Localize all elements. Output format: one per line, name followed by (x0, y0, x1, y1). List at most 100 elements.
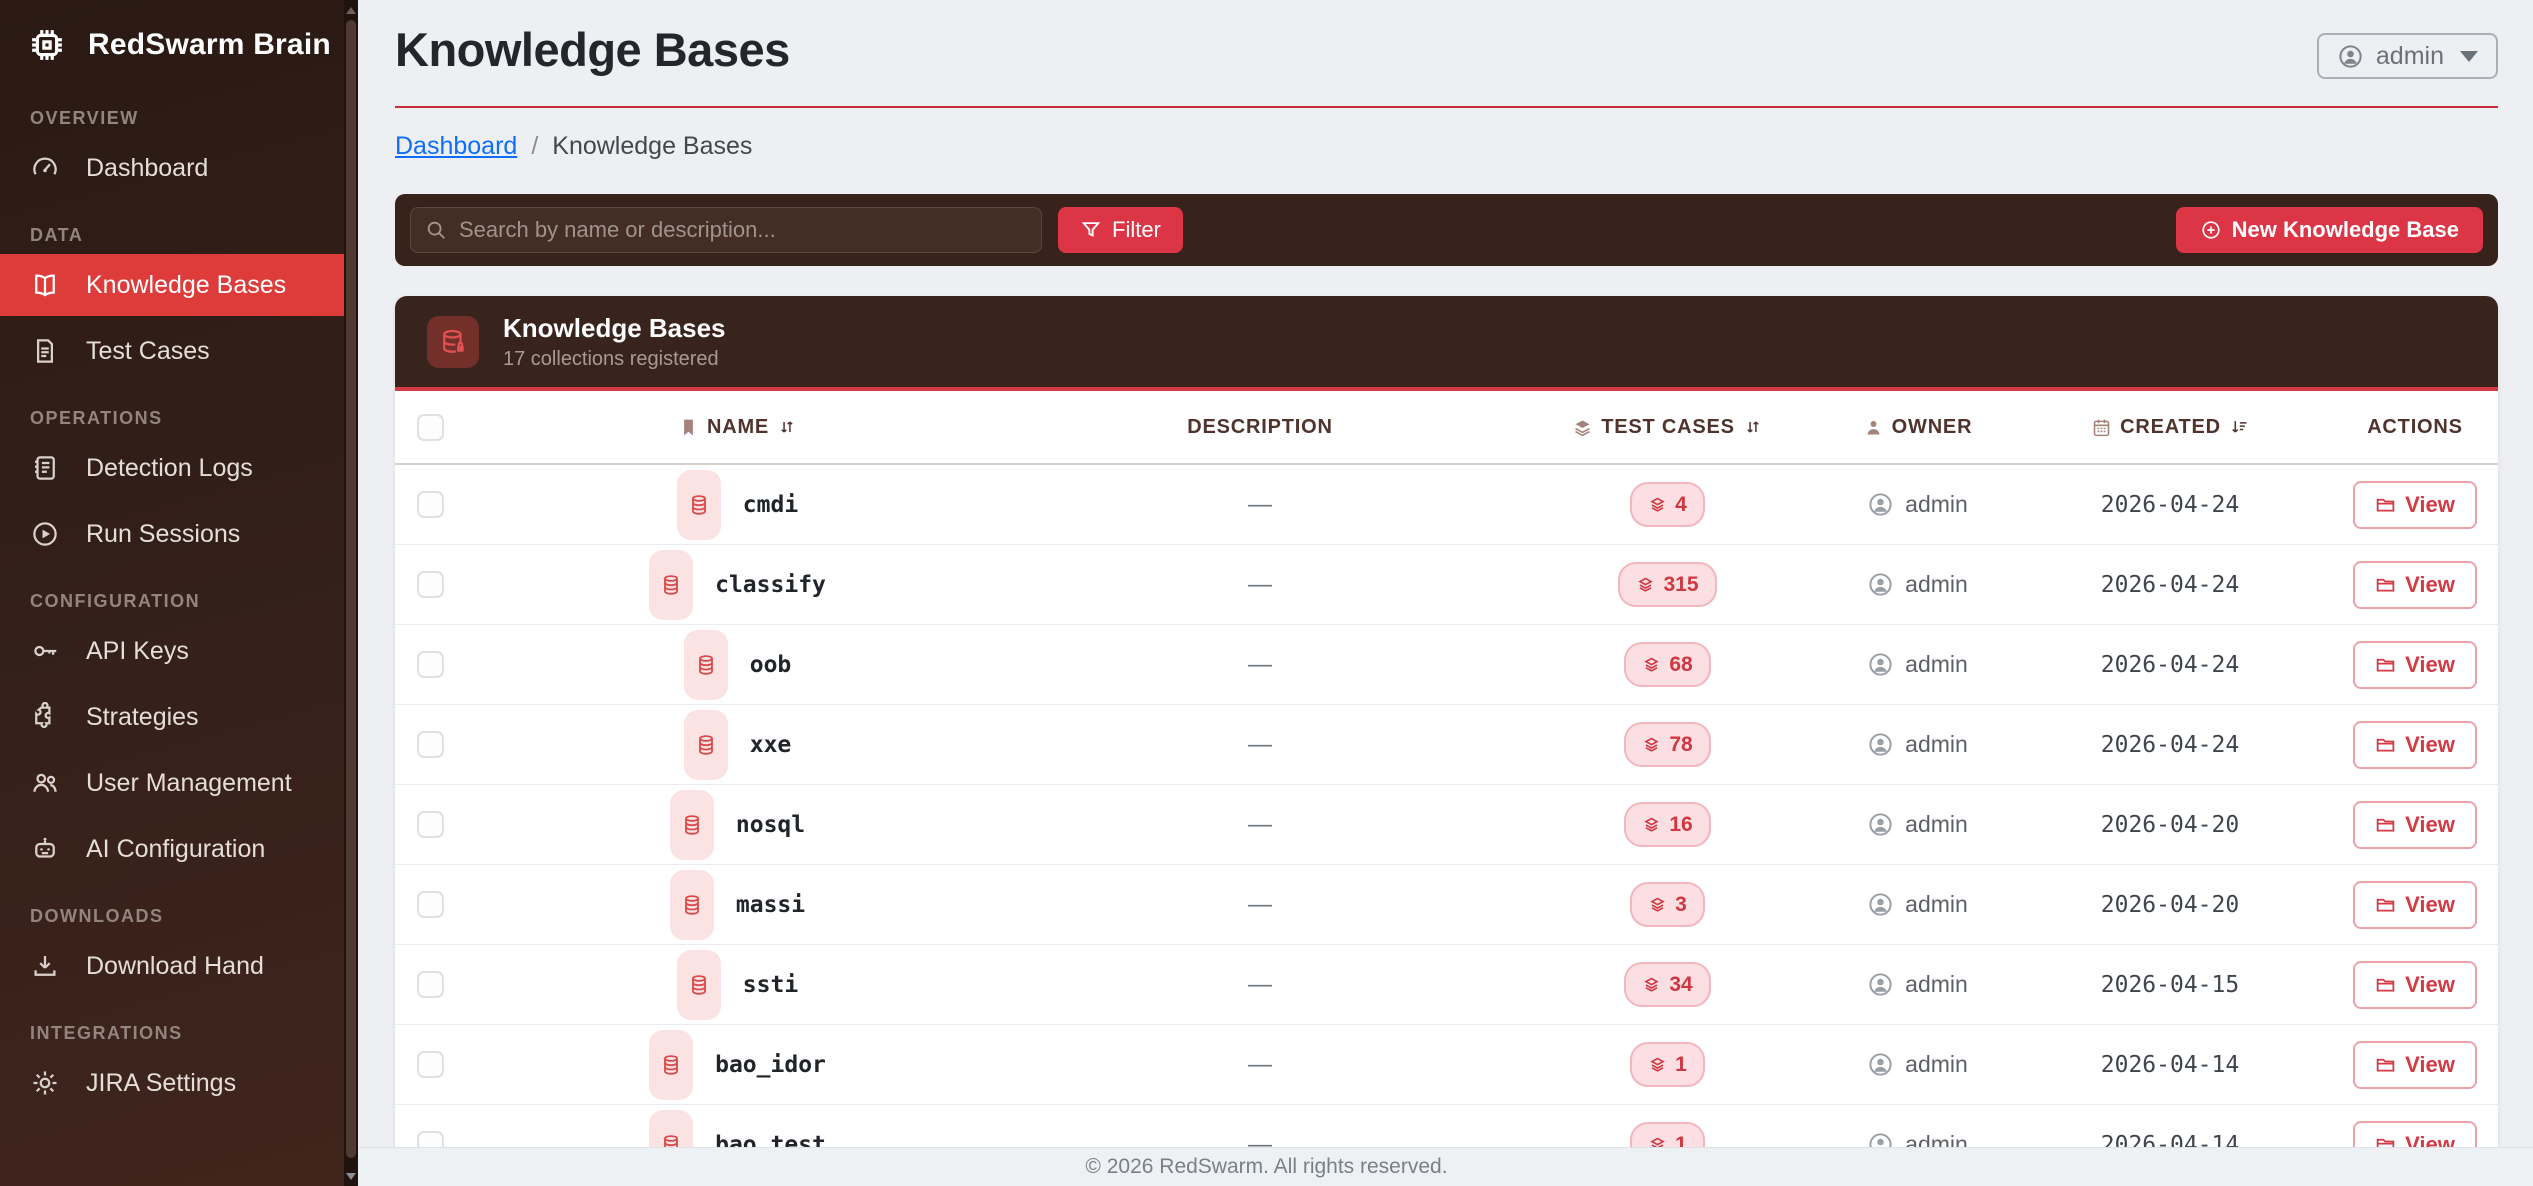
column-header-created[interactable]: CREATED (2010, 416, 2330, 439)
name-cell: oob (465, 630, 1010, 700)
sidebar-item-label: API Keys (86, 637, 189, 666)
table-body: cmdi — 4 admin 2026-04-24 (395, 465, 2498, 1185)
section-label-downloads: DOWNLOADS (30, 906, 328, 927)
row-checkbox[interactable] (417, 1051, 444, 1078)
column-header-test-cases[interactable]: TEST CASES (1510, 416, 1825, 439)
database-icon (649, 550, 693, 620)
sidebar-item-api-keys[interactable]: API Keys (0, 620, 344, 682)
search-field-wrap (410, 207, 1042, 253)
table-row: nosql — 16 admin 2026-04-20 (395, 785, 2498, 865)
view-button[interactable]: View (2353, 1041, 2477, 1089)
filter-button[interactable]: Filter (1058, 207, 1183, 253)
stack-icon (1648, 895, 1667, 914)
book-icon (30, 270, 60, 300)
folder-icon (2375, 974, 2396, 995)
person-circle-icon (1867, 811, 1894, 838)
section-label-operations: OPERATIONS (30, 408, 328, 429)
kb-description: — (1248, 891, 1272, 919)
row-checkbox[interactable] (417, 491, 444, 518)
scroll-down-arrow-icon[interactable] (344, 1169, 358, 1183)
test-cases-count: 4 (1675, 493, 1687, 517)
owner-name: admin (1905, 1051, 1968, 1078)
test-cases-badge: 3 (1630, 882, 1705, 927)
sidebar-scrollbar[interactable] (344, 0, 358, 1186)
name-cell: cmdi (465, 470, 1010, 540)
cpu-chip-icon (26, 24, 68, 66)
column-header-description: DESCRIPTION (1010, 416, 1510, 439)
kb-description: — (1248, 491, 1272, 519)
view-button[interactable]: View (2353, 961, 2477, 1009)
sidebar-item-user-management[interactable]: User Management (0, 752, 344, 814)
view-button[interactable]: View (2353, 561, 2477, 609)
breadcrumb-link-dashboard[interactable]: Dashboard (395, 132, 517, 161)
view-button[interactable]: View (2353, 801, 2477, 849)
owner: admin (1867, 1051, 1968, 1078)
view-button[interactable]: View (2353, 481, 2477, 529)
folder-icon (2375, 894, 2396, 915)
scroll-up-arrow-icon[interactable] (344, 3, 358, 17)
table-row: bao_idor — 1 admin 2026-04-14 (395, 1025, 2498, 1105)
sidebar-item-test-cases[interactable]: Test Cases (0, 320, 344, 382)
row-checkbox[interactable] (417, 731, 444, 758)
sidebar-item-download-hand[interactable]: Download Hand (0, 935, 344, 997)
stack-icon (1648, 495, 1667, 514)
kb-description: — (1248, 811, 1272, 839)
test-cases-badge: 68 (1624, 642, 1710, 687)
sidebar-item-dashboard[interactable]: Dashboard (0, 137, 344, 199)
search-input[interactable] (410, 207, 1042, 253)
test-cases-badge: 4 (1630, 482, 1705, 527)
sidebar-item-jira-settings[interactable]: JIRA Settings (0, 1052, 344, 1114)
sidebar-item-knowledge-bases[interactable]: Knowledge Bases (0, 254, 344, 316)
kb-name: bao_idor (715, 1052, 826, 1078)
view-button[interactable]: View (2353, 721, 2477, 769)
row-checkbox[interactable] (417, 651, 444, 678)
row-checkbox[interactable] (417, 971, 444, 998)
user-menu-button[interactable]: admin (2317, 33, 2498, 79)
row-checkbox[interactable] (417, 891, 444, 918)
sort-both-icon (1743, 417, 1763, 437)
column-header-name[interactable]: NAME (465, 416, 1010, 439)
owner-name: admin (1905, 731, 1968, 758)
toolbar: Filter New Knowledge Base (395, 194, 2498, 266)
title-divider (395, 106, 2498, 108)
sidebar-item-run-sessions[interactable]: Run Sessions (0, 503, 344, 565)
database-icon (677, 950, 721, 1020)
section-label-data: DATA (30, 225, 328, 246)
stack-icon (1636, 575, 1655, 594)
owner-name: admin (1905, 811, 1968, 838)
view-button[interactable]: View (2353, 641, 2477, 689)
sidebar-item-detection-logs[interactable]: Detection Logs (0, 437, 344, 499)
speedometer-icon (30, 153, 60, 183)
sidebar-scrollbar-thumb[interactable] (346, 20, 356, 1158)
new-knowledge-base-button[interactable]: New Knowledge Base (2176, 207, 2483, 253)
person-circle-icon (1867, 891, 1894, 918)
test-cases-count: 34 (1669, 973, 1692, 997)
created-date: 2026-04-14 (2101, 1052, 2239, 1078)
column-header-owner: OWNER (1825, 416, 2010, 439)
row-checkbox[interactable] (417, 811, 444, 838)
play-circle-icon (30, 519, 60, 549)
row-checkbox[interactable] (417, 571, 444, 598)
select-all-checkbox[interactable] (417, 414, 444, 441)
owner: admin (1867, 571, 1968, 598)
sidebar-item-label: Test Cases (86, 337, 210, 366)
kb-name: massi (736, 892, 805, 918)
person-circle-icon (2337, 43, 2364, 70)
owner: admin (1867, 491, 1968, 518)
database-icon (670, 870, 714, 940)
page-title: Knowledge Bases (395, 22, 790, 77)
test-cases-badge: 1 (1630, 1042, 1705, 1087)
search-icon (425, 219, 447, 241)
view-button-label: View (2405, 492, 2455, 518)
stack-icon (1572, 417, 1593, 438)
test-cases-count: 315 (1663, 573, 1698, 597)
sidebar-item-ai-configuration[interactable]: AI Configuration (0, 818, 344, 880)
person-circle-icon (1867, 651, 1894, 678)
view-button-label: View (2405, 892, 2455, 918)
section-label-overview: OVERVIEW (30, 108, 328, 129)
view-button[interactable]: View (2353, 881, 2477, 929)
database-icon (684, 630, 728, 700)
sidebar-item-strategies[interactable]: Strategies (0, 686, 344, 748)
database-icon (670, 790, 714, 860)
database-icon (684, 710, 728, 780)
